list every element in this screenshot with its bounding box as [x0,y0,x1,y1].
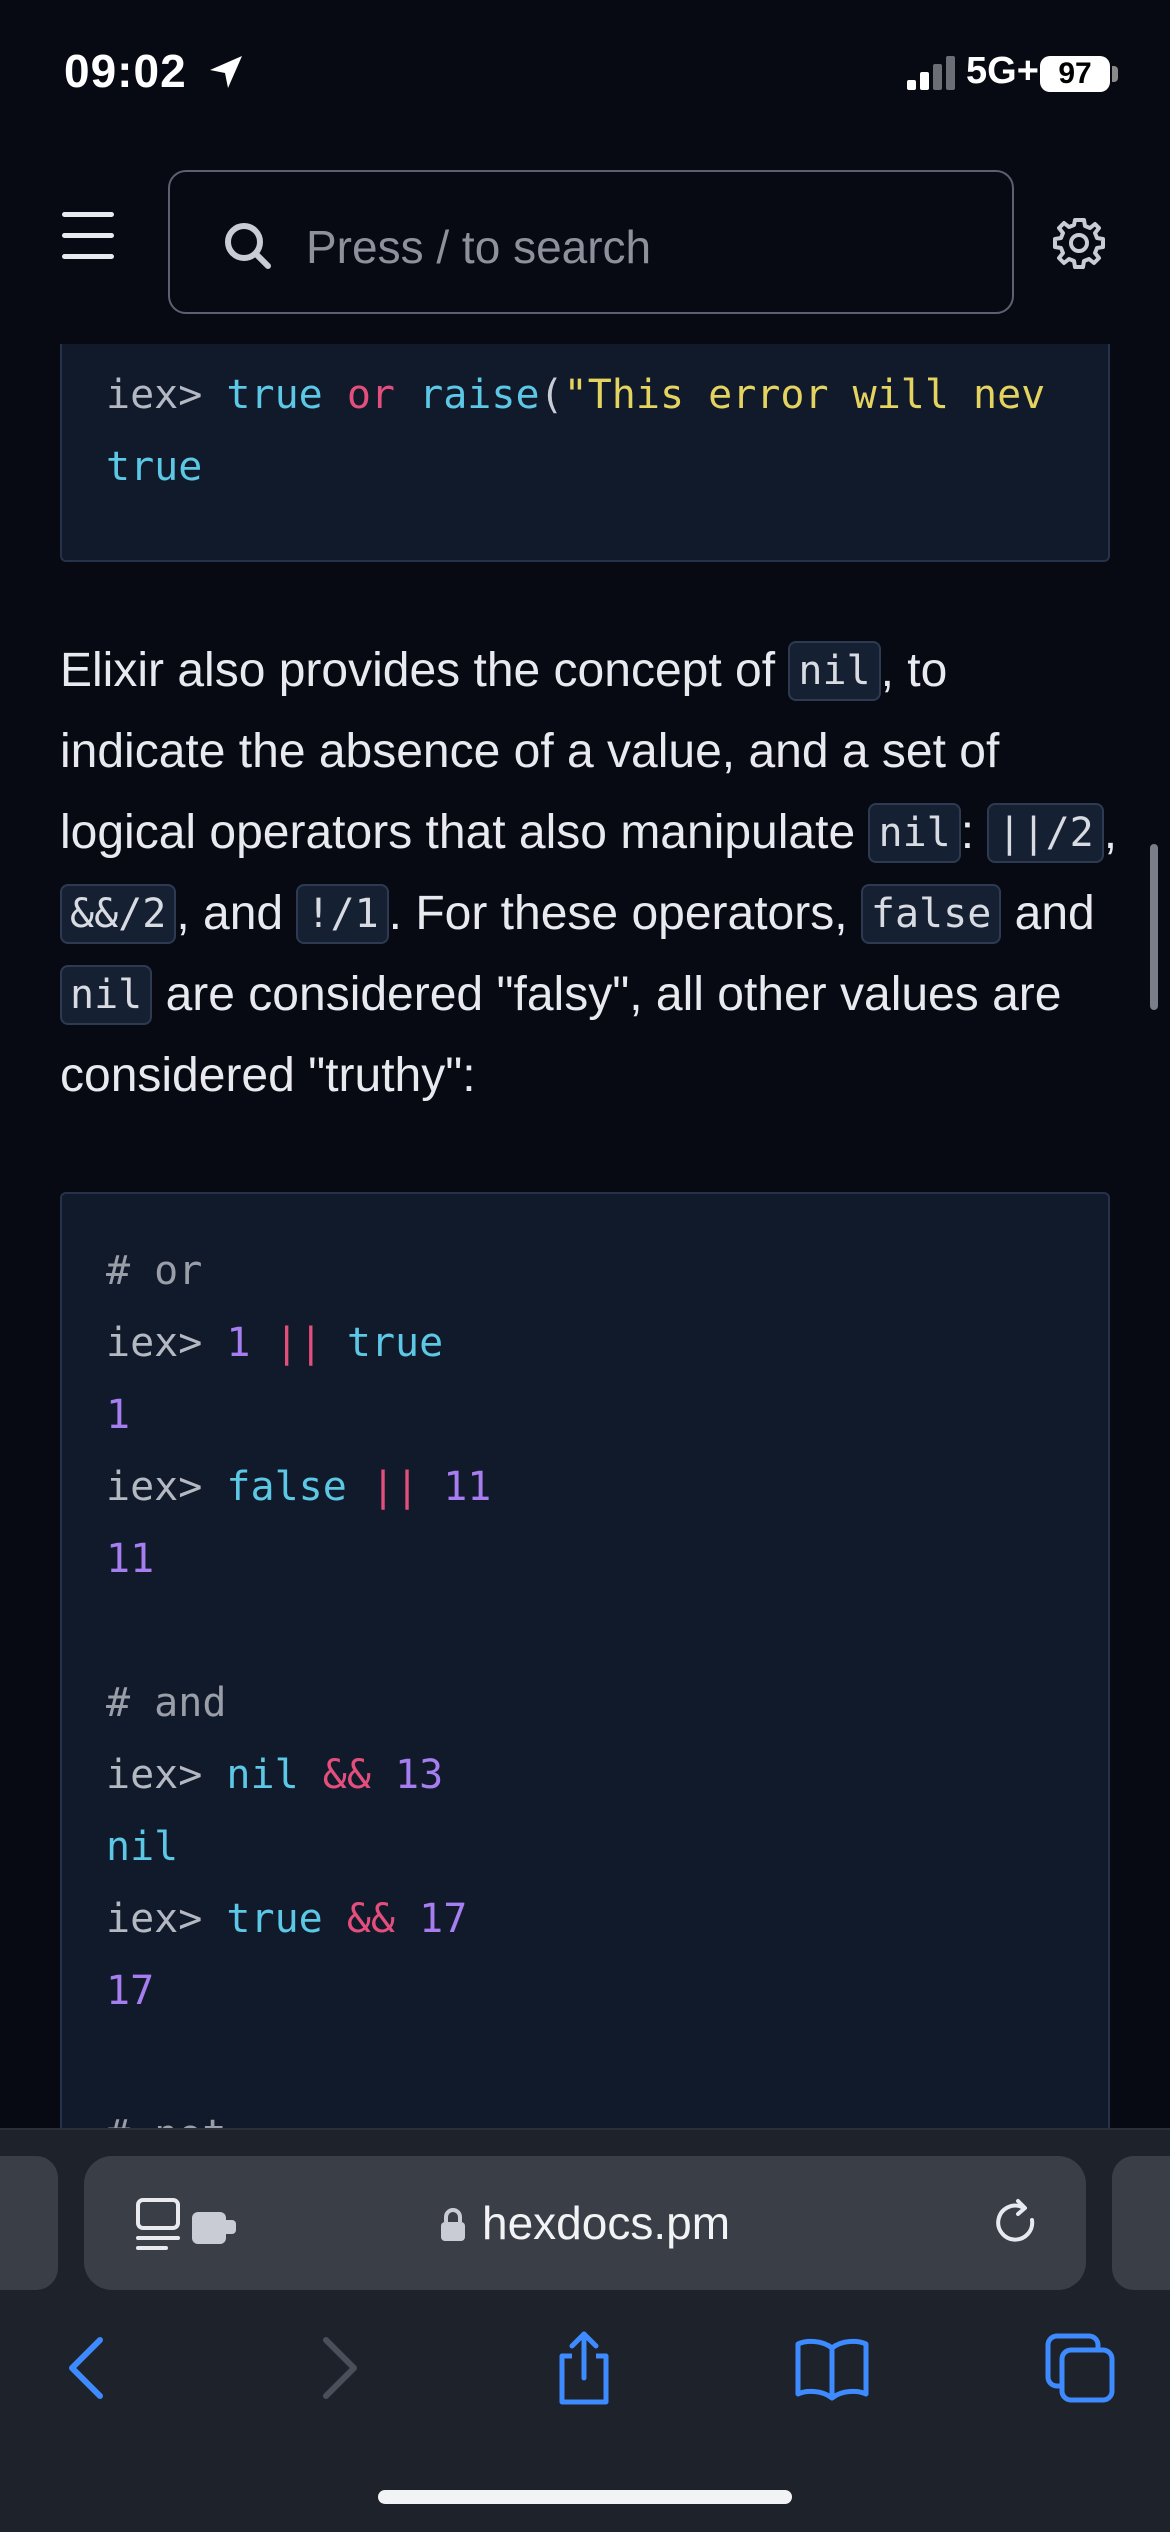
code-prompt: iex> [106,1320,203,1366]
code-token: nil [226,1752,299,1798]
code-block-truthy: # or iex> 1 || true 1 iex> false || 11 1… [60,1192,1110,2192]
forward-chevron-icon[interactable] [298,2328,378,2408]
inline-code-link[interactable]: !/1 [296,884,389,944]
hamburger-menu-icon[interactable] [62,212,114,260]
gear-icon[interactable] [1052,216,1106,270]
inline-code[interactable]: nil [868,803,961,863]
code-token: && [322,1752,371,1798]
text: and [1001,887,1095,940]
search-placeholder: Press / to search [306,221,652,273]
code-line-result: true [106,444,203,490]
code-token: ( [539,372,564,418]
tabs-icon[interactable] [1040,2328,1120,2408]
home-indicator[interactable] [378,2490,792,2504]
code-line: iex> nil && 13 [106,1752,443,1798]
code-comment: # and [106,1680,227,1726]
battery-cap [1112,66,1118,82]
share-icon[interactable] [544,2328,624,2408]
text: Elixir also provides the concept of [60,644,789,697]
screen: raise iex> true or raise("This error wil… [0,0,1170,2532]
code-token: raise [419,372,540,418]
next-tab-peek[interactable] [1112,2156,1170,2290]
code-prompt: iex> [106,1752,203,1798]
back-chevron-icon[interactable] [48,2328,128,2408]
lock-icon [441,2208,465,2241]
network-type: 5G+ [966,50,1039,92]
code-block-or: raise iex> true or raise("This error wil… [60,320,1110,562]
code-prompt: iex> [106,1464,203,1510]
code-line: iex> false || 11 [106,1464,491,1510]
code-token: 11 [443,1464,492,1510]
signal-icon [907,56,955,90]
inline-code-link[interactable]: &&/2 [60,884,177,944]
location-arrow-icon [210,56,242,88]
code-token: true [346,1320,444,1366]
code-line: iex> true or raise("This error will nev [106,372,1045,418]
battery-indicator: 97 [1040,56,1110,92]
text: . For these operators, [388,887,861,940]
code-token: or [346,372,396,418]
address-bar[interactable]: hexdocs.pm [84,2156,1086,2290]
search-icon [225,223,271,269]
scroll-indicator[interactable] [1150,844,1158,1010]
book-icon[interactable] [792,2328,872,2408]
code-token: true [226,1896,323,1942]
code-token: true [226,372,323,418]
code-prompt: iex> [106,372,203,418]
browser-toolbar: hexdocs.pm [0,2128,1170,2532]
code-token: || [274,1320,323,1366]
code-token: false [226,1464,347,1510]
inline-code[interactable]: nil [60,965,153,1025]
status-bar: 09:02 5G+ 97 [0,0,1170,150]
code-line-result: 1 [106,1392,131,1438]
code-line-result: nil [106,1824,179,1870]
docs-header: Press / to search [0,150,1170,344]
paragraph: Elixir also provides the concept of nil,… [60,630,1120,1116]
inline-code[interactable]: false [860,884,1002,944]
page-menu-icon[interactable] [136,2196,246,2252]
code-line: iex> 1 || true [106,1320,443,1366]
code-token: "This error will nev [563,372,1046,418]
text: : [960,806,988,859]
code-line: iex> true && 17 [106,1896,467,1942]
code-line-result: 17 [106,1968,155,2014]
text: , and [176,887,297,940]
search-input[interactable]: Press / to search [168,170,1014,314]
reload-icon[interactable] [992,2198,1042,2248]
code-token: || [370,1464,420,1510]
code-token: 1 [226,1320,251,1366]
inline-code[interactable]: nil [788,641,881,701]
code-comment: # or [106,1248,203,1294]
previous-tab-peek[interactable] [0,2156,58,2290]
status-time: 09:02 [64,45,187,97]
text: are considered "falsy", all other values… [60,968,1062,1102]
code-token: 13 [395,1752,444,1798]
code-prompt: iex> [106,1896,203,1942]
text: , [1103,806,1118,859]
inline-code-link[interactable]: ||/2 [987,803,1104,863]
url-text: hexdocs.pm [482,2197,731,2249]
code-token: 17 [419,1896,468,1942]
code-line-result: 11 [106,1536,155,1582]
code-token: && [346,1896,396,1942]
